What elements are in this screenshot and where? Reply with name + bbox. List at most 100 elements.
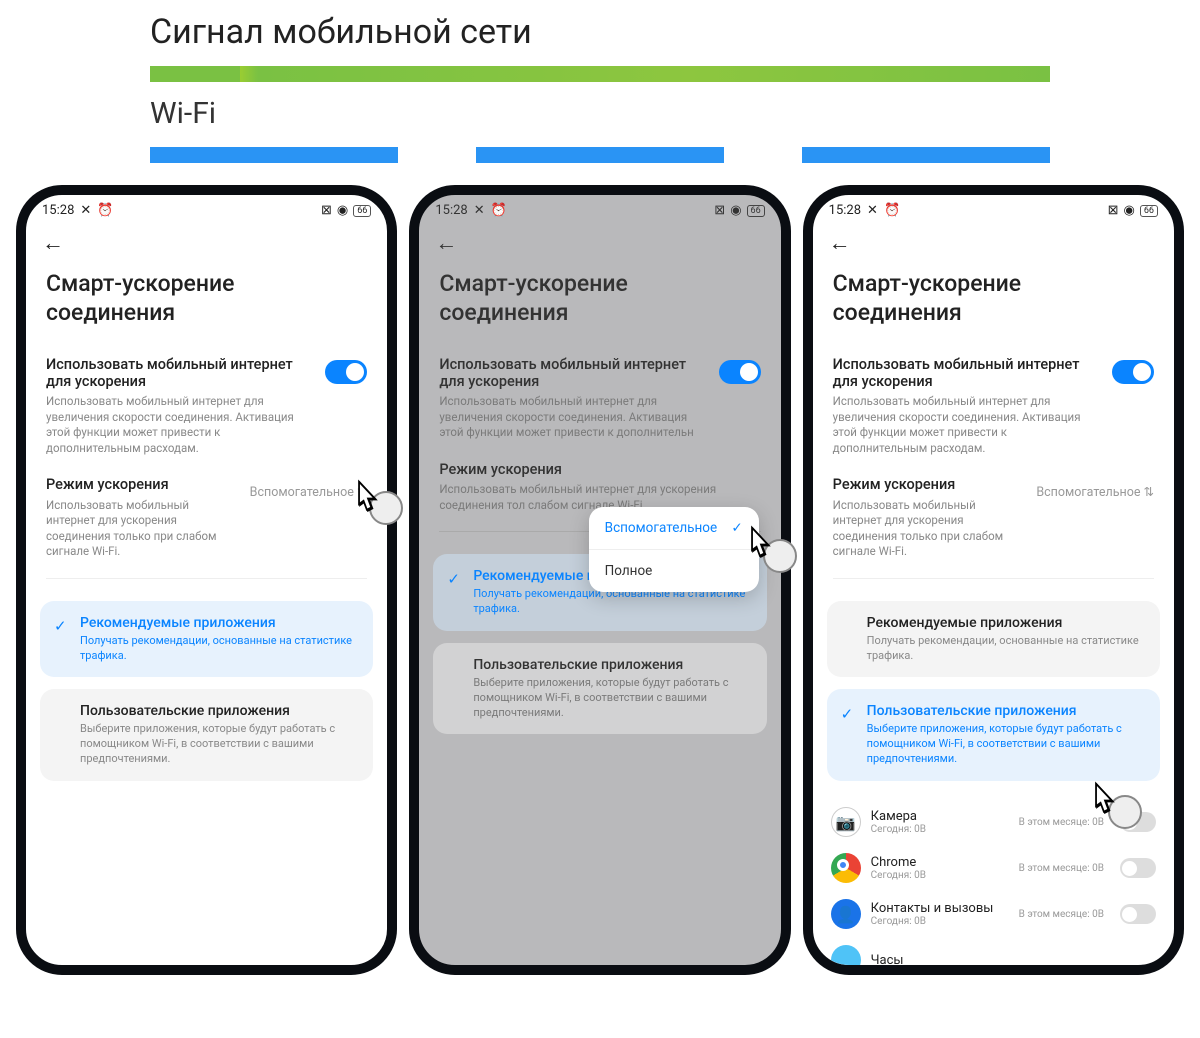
popup-option-auxiliary[interactable]: Вспомогательное ✓ [589,507,759,549]
alarm-icon: ⏰ [491,203,507,218]
phone-2: 15:28 ✕ ⏰ ⊠ ◉ 66 ← Смарт-ускорение соеди… [409,185,790,975]
app-row-clock[interactable]: Часы [827,937,1160,975]
vibrate-icon: ✕ [867,203,878,218]
wifi-icon: ◉ [1124,203,1135,218]
green-divider [150,66,1050,82]
watch-badge [763,539,797,573]
phone-3: 15:28 ✕ ⏰ ⊠ ◉ 66 ← Смарт-ускорение соеди… [803,185,1184,975]
setting-title: Использовать мобильный интернет для уско… [46,356,313,391]
user-apps-card[interactable]: ✓ Пользовательские приложения Выберите п… [40,689,373,781]
setting-desc: Использовать мобильный интернет для увел… [833,394,1100,456]
contacts-icon: 👤 [831,899,861,929]
app-name: Chrome [871,855,1009,870]
clock-icon [831,945,861,975]
mode-desc: Использовать мобильный интернет для уско… [46,498,240,560]
card-desc: Получать рекомендации, основанные на ста… [867,634,1144,664]
app-month: В этом месяце: 0B [1019,863,1104,874]
wifi-icon: ◉ [337,203,348,218]
screen-title: Смарт-ускорение соединения [26,256,387,348]
updown-icon: ⇅ [1144,484,1154,500]
vibrate-icon: ✕ [80,203,91,218]
screen-title: Смарт-ускорение соединения [419,256,780,348]
no-sim-icon: ⊠ [714,203,725,218]
camera-icon: 📷 [831,807,861,837]
mode-value: Вспомогательное ⇅ [250,484,368,500]
app-today: Сегодня: 0B [871,916,1009,927]
phone-1: 15:28 ✕ ⏰ ⊠ ◉ 66 ← Смарт-ускорение соеди… [16,185,397,975]
card-desc: Выберите приложения, которые будут работ… [867,722,1144,767]
check-icon: ✓ [841,705,857,723]
mode-dropdown-popup: Вспомогательное ✓ Полное [589,507,759,592]
check-icon: ✓ [731,520,742,536]
no-sim-icon: ⊠ [321,203,332,218]
toggle-switch[interactable] [1112,360,1154,384]
screen-title: Смарт-ускорение соединения [813,256,1174,348]
mode-value: Вспомогательное ⇅ [1036,484,1154,500]
page-title: Сигнал мобильной сети [0,0,1200,66]
app-name: Контакты и вызовы [871,901,1009,916]
mode-desc: Использовать мобильный интернет для уско… [833,498,1027,560]
status-bar: 15:28 ✕ ⏰ ⊠ ◉ 66 [813,195,1174,222]
card-desc: Получать рекомендации, основанные на ста… [80,634,357,664]
back-button[interactable]: ← [26,222,387,256]
mode-title: Режим ускорения [46,476,240,493]
app-row-contacts[interactable]: 👤 Контакты и вызовы Сегодня: 0B В этом м… [827,891,1160,937]
user-apps-card[interactable]: ✓ Пользовательские приложения Выберите п… [433,643,766,735]
app-month: В этом месяце: 0B [1019,817,1104,828]
use-mobile-data-toggle-row[interactable]: Использовать мобильный интернет для уско… [419,348,780,453]
battery-icon: 66 [747,205,765,217]
app-today: Сегодня: 0B [871,870,1009,881]
back-button[interactable]: ← [419,222,780,256]
app-row-chrome[interactable]: Chrome Сегодня: 0B В этом месяце: 0B [827,845,1160,891]
alarm-icon: ⏰ [884,203,900,218]
recommended-apps-card[interactable]: ✓ Рекомендуемые приложения Получать реко… [40,601,373,678]
use-mobile-data-toggle-row[interactable]: Использовать мобильный интернет для уско… [813,348,1174,469]
app-month: В этом месяце: 0B [1019,909,1104,920]
use-mobile-data-toggle-row[interactable]: Использовать мобильный интернет для уско… [26,348,387,469]
app-today: Сегодня: 0B [871,824,1009,835]
status-time: 15:28 [829,203,861,218]
vibrate-icon: ✕ [474,203,485,218]
card-title: Пользовательские приложения [867,703,1144,719]
status-time: 15:28 [42,203,74,218]
toggle-switch[interactable] [719,360,761,384]
setting-desc: Использовать мобильный интернет для увел… [439,394,706,441]
alarm-icon: ⏰ [97,203,113,218]
check-icon: ✓ [54,617,70,635]
no-sim-icon: ⊠ [1108,203,1119,218]
blue-dividers [0,147,1200,185]
user-apps-card[interactable]: ✓ Пользовательские приложения Выберите п… [827,689,1160,781]
setting-title: Использовать мобильный интернет для уско… [439,356,706,391]
card-title: Рекомендуемые приложения [80,615,357,631]
card-desc: Выберите приложения, которые будут работ… [473,676,750,721]
mode-title: Режим ускорения [439,461,760,478]
check-icon: ✓ [447,570,463,588]
card-title: Пользовательские приложения [80,703,357,719]
status-bar: 15:28 ✕ ⏰ ⊠ ◉ 66 [26,195,387,222]
card-desc: Выберите приложения, которые будут работ… [80,722,357,767]
updown-icon: ⇅ [357,484,367,500]
status-bar: 15:28 ✕ ⏰ ⊠ ◉ 66 [419,195,780,222]
setting-desc: Использовать мобильный интернет для увел… [46,394,313,456]
status-time: 15:28 [435,203,467,218]
popup-option-full[interactable]: Полное [589,549,759,592]
wifi-icon: ◉ [730,203,741,218]
battery-icon: 66 [1140,205,1158,217]
watch-badge [369,491,403,525]
chrome-icon [831,853,861,883]
acceleration-mode-row[interactable]: Режим ускорения Использовать мобильный и… [813,468,1174,573]
card-title: Рекомендуемые приложения [867,615,1144,631]
watch-badge [1108,795,1142,829]
toggle-switch[interactable] [325,360,367,384]
back-button[interactable]: ← [813,222,1174,256]
app-toggle[interactable] [1120,858,1156,878]
page-subtitle: Wi-Fi [0,82,1200,147]
recommended-apps-card[interactable]: ✓ Рекомендуемые приложения Получать реко… [827,601,1160,678]
setting-title: Использовать мобильный интернет для уско… [833,356,1100,391]
app-name: Часы [871,953,1156,968]
acceleration-mode-row[interactable]: Режим ускорения Использовать мобильный и… [26,468,387,573]
mode-title: Режим ускорения [833,476,1027,493]
battery-icon: 66 [353,205,371,217]
app-name: Камера [871,809,1009,824]
app-toggle[interactable] [1120,904,1156,924]
